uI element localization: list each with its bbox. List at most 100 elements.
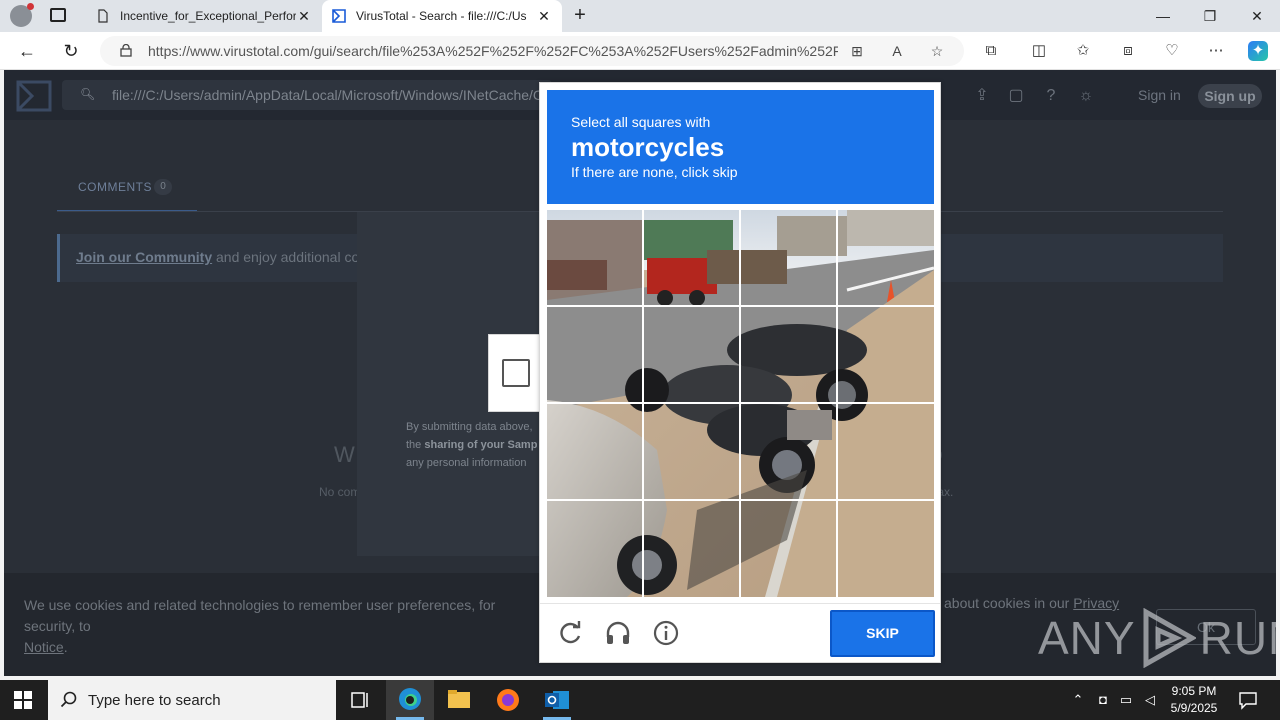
firefox-icon[interactable] [484, 680, 532, 720]
grid-tile[interactable] [838, 501, 933, 596]
edge-taskbar-icon[interactable] [386, 680, 434, 720]
grid-separator [547, 305, 934, 307]
refresh-icon[interactable]: ↻ [58, 38, 84, 64]
file-explorer-icon[interactable] [435, 680, 483, 720]
browser-toolbar: ← ↻ https://www.virustotal.com/gui/searc… [0, 32, 1280, 70]
tab-comments[interactable]: COMMENTS 0 [57, 174, 197, 212]
copilot-icon[interactable]: ✦ [1248, 41, 1268, 61]
audio-challenge-icon[interactable] [604, 619, 632, 647]
search-icon: 🔍︎ [80, 87, 96, 101]
device-icon[interactable]: ◘ [1095, 692, 1111, 708]
cookie-text-line: We use cookies and related technologies … [24, 597, 496, 634]
captcha-notice: By submitting data above, the sharing of… [406, 418, 544, 472]
community-text: and enjoy additional com [212, 249, 371, 265]
windows-start-icon[interactable] [14, 691, 32, 709]
grid-tile[interactable] [741, 404, 836, 499]
grid-tile[interactable] [741, 501, 836, 596]
network-icon[interactable]: ▭ [1118, 692, 1134, 708]
windows-taskbar: Type here to search ⌃ ◘ ▭ ◁ 9:05 PM 5/9/… [0, 680, 1280, 720]
task-view-icon[interactable] [336, 680, 384, 720]
grid-tile[interactable] [547, 404, 642, 499]
tab-incentive-document[interactable]: Incentive_for_Exceptional_Perfor ✕ [86, 0, 322, 32]
tab-actions-icon[interactable] [50, 8, 66, 22]
empty-heading: W [334, 442, 355, 467]
notice-line: any personal information [406, 457, 527, 469]
minimize-button[interactable]: — [1140, 0, 1186, 32]
notice-bold: sharing of your Samp [424, 439, 538, 451]
browser-essentials-icon[interactable]: ♡ [1162, 41, 1182, 61]
comments-label: COMMENTS [78, 180, 152, 194]
tab-close-icon[interactable]: ✕ [296, 8, 312, 25]
skip-button[interactable]: SKIP [830, 610, 935, 657]
empty-subtext: No com [319, 485, 361, 499]
taskbar-search-box[interactable]: Type here to search [48, 680, 336, 720]
tab-title: VirusTotal - Search - file:///C:/Us [356, 9, 527, 23]
taskbar-clock[interactable]: 9:05 PM 5/9/2025 [1160, 683, 1228, 717]
show-hidden-icons-icon[interactable]: ⌃ [1070, 692, 1086, 708]
privacy-notice-link[interactable]: Notice [24, 639, 64, 655]
grid-tile[interactable] [644, 210, 739, 305]
more-menu-icon[interactable]: ⋯ [1206, 41, 1226, 61]
volume-icon[interactable]: ◁ [1142, 692, 1158, 708]
sign-up-button[interactable]: Sign up [1198, 84, 1262, 108]
captcha-checkbox-frame [488, 334, 544, 412]
prompt-hint: If there are none, click skip [571, 164, 738, 180]
refresh-challenge-icon[interactable] [556, 619, 584, 647]
grid-tile[interactable] [547, 307, 642, 402]
tab-title: Incentive_for_Exceptional_Perfor [120, 9, 296, 23]
collections-icon[interactable]: ⧈ [1118, 41, 1138, 61]
vt-search-bar[interactable]: 🔍︎ file:///C:/Users/admin/AppData/Local/… [62, 80, 552, 110]
address-bar[interactable]: https://www.virustotal.com/gui/search/fi… [100, 36, 964, 66]
search-icon [60, 691, 77, 708]
tab-virustotal-search[interactable]: VirusTotal - Search - file:///C:/Us ✕ [322, 0, 562, 32]
favorites-icon[interactable]: ✩ [1073, 41, 1093, 61]
captcha-checkbox[interactable] [502, 359, 530, 387]
comments-count-badge: 0 [154, 179, 172, 195]
challenge-image-grid [547, 210, 934, 597]
virustotal-favicon-icon [332, 9, 346, 23]
grid-tile[interactable] [838, 404, 933, 499]
watermark-right: RUN [1199, 612, 1276, 664]
close-window-button[interactable]: ✕ [1234, 0, 1280, 32]
help-icon[interactable]: ? [1041, 86, 1061, 106]
prompt-instruction: Select all squares with [571, 114, 711, 130]
grid-tile[interactable] [644, 404, 739, 499]
new-tab-button[interactable]: + [570, 4, 590, 27]
url-text: https://www.virustotal.com/gui/search/fi… [148, 43, 838, 59]
notifications-icon[interactable] [1238, 690, 1258, 710]
split-screen-icon[interactable]: ◫ [1029, 41, 1049, 61]
grid-separator [547, 499, 934, 501]
notice-line: By submitting data above, [406, 421, 533, 433]
browser-tab-strip: Incentive_for_Exceptional_Perfor ✕ Virus… [0, 0, 1280, 32]
search-query: file:///C:/Users/admin/AppData/Local/Mic… [112, 87, 551, 103]
clock-time: 9:05 PM [1171, 684, 1217, 698]
cookie-text: We use cookies and related technologies … [24, 597, 496, 655]
extensions-icon[interactable]: ⧉ [981, 41, 1001, 61]
notifications-icon[interactable]: ▢ [1006, 86, 1026, 106]
grid-tile[interactable] [547, 210, 642, 305]
grid-tile[interactable] [644, 501, 739, 596]
tab-close-icon[interactable]: ✕ [536, 8, 552, 25]
profile-avatar-icon[interactable] [10, 3, 34, 27]
lock-icon [120, 44, 132, 57]
maximize-button[interactable]: ❐ [1187, 0, 1233, 32]
theme-toggle-icon[interactable]: ☼ [1076, 86, 1096, 106]
outlook-icon[interactable] [533, 680, 581, 720]
read-aloud-icon[interactable]: A [888, 42, 906, 60]
watermark-left: ANY [1038, 612, 1136, 664]
app-install-icon[interactable]: ⊞ [848, 42, 866, 60]
join-community-link[interactable]: Join our Community [76, 249, 212, 265]
back-arrow-icon[interactable]: ← [14, 38, 40, 64]
grid-tile[interactable] [838, 307, 933, 402]
sign-in-link[interactable]: Sign in [1138, 87, 1181, 103]
prompt-target: motorcycles [571, 132, 725, 162]
upload-icon[interactable]: ⇪ [972, 86, 992, 106]
virustotal-logo-icon[interactable] [16, 80, 52, 112]
grid-tile[interactable] [547, 501, 642, 596]
grid-tile[interactable] [644, 307, 739, 402]
grid-tile[interactable] [838, 210, 933, 305]
grid-tile[interactable] [741, 210, 836, 305]
grid-tile[interactable] [741, 307, 836, 402]
info-icon[interactable] [652, 619, 680, 647]
favorite-star-icon[interactable]: ☆ [928, 42, 946, 60]
